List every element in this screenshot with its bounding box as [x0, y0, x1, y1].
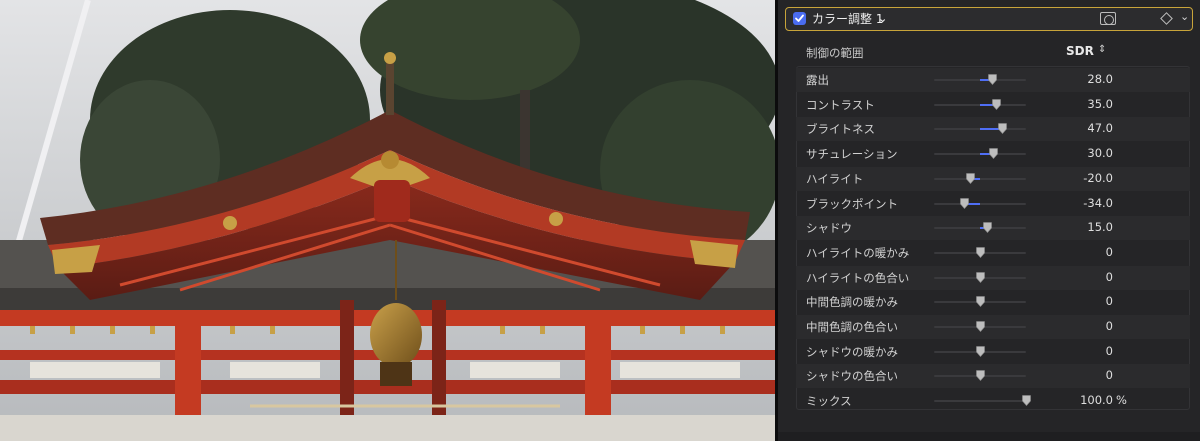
slider-knob[interactable] — [975, 370, 985, 382]
param-value[interactable]: 0 — [1058, 270, 1113, 284]
slider-knob[interactable] — [992, 98, 1001, 110]
param-value[interactable]: 0 — [1058, 319, 1113, 333]
param-slider[interactable] — [934, 296, 1026, 308]
range-row: 制御の範囲 SDR ⇕ — [796, 40, 1190, 64]
param-value[interactable]: 0 — [1058, 294, 1113, 308]
param-slider[interactable] — [934, 98, 1026, 110]
checkmark-icon — [795, 14, 804, 22]
param-row: ブライトネス 47.0 — [796, 117, 1190, 142]
keyframe-diamond-icon[interactable] — [1160, 12, 1173, 25]
param-slider[interactable] — [934, 197, 1026, 209]
slider-knob[interactable] — [966, 172, 976, 184]
param-label: ハイライト — [806, 171, 864, 186]
param-slider[interactable] — [934, 271, 1026, 283]
param-slider[interactable] — [934, 123, 1026, 135]
param-row: ブラックポイント -34.0 — [796, 192, 1190, 216]
param-label: ブライトネス — [806, 122, 875, 137]
param-label: サチュレーション — [806, 147, 898, 162]
param-value[interactable]: 100.0 — [1058, 393, 1113, 407]
param-value[interactable]: -34.0 — [1058, 196, 1113, 210]
slider-knob[interactable] — [988, 74, 998, 85]
param-slider[interactable] — [934, 172, 1026, 184]
param-slider[interactable] — [934, 345, 1026, 357]
param-row: 露出 28.0 — [796, 68, 1190, 92]
param-value[interactable]: 30.0 — [1058, 146, 1113, 160]
param-slider[interactable] — [934, 247, 1026, 258]
param-row: シャドウの暖かみ 0 — [796, 340, 1190, 364]
param-slider[interactable] — [934, 321, 1026, 332]
param-label: シャドウの色合い — [806, 369, 898, 384]
chevron-down-icon[interactable]: ⌄ — [878, 12, 887, 25]
param-row: 中間色調の色合い 0 — [796, 315, 1190, 339]
slider-knob[interactable] — [975, 321, 985, 332]
param-slider[interactable] — [934, 148, 1026, 160]
param-slider[interactable] — [934, 395, 1031, 407]
param-slider[interactable] — [934, 74, 1026, 85]
param-label: シャドウの暖かみ — [806, 344, 898, 359]
effect-title[interactable]: カラー調整 1 — [812, 10, 883, 27]
param-row: 中間色調の暖かみ 0 — [796, 290, 1190, 314]
inspector-panel: カラー調整 1 ⌄ ⌄ 制御の範囲 SDR ⇕ 露出 28.0 コントラスト 35.0… — [778, 0, 1200, 441]
param-slider[interactable] — [934, 222, 1026, 234]
param-row: シャドウの色合い 0 — [796, 364, 1190, 389]
param-row: サチュレーション 30.0 — [796, 142, 1190, 166]
slider-knob[interactable] — [975, 247, 985, 258]
chevron-updown-icon[interactable]: ⇕ — [1098, 44, 1106, 55]
param-value[interactable]: 47.0 — [1058, 121, 1113, 135]
range-select[interactable]: SDR — [1066, 44, 1094, 58]
param-row: ミックス 100.0% — [796, 389, 1190, 413]
panel-footer — [778, 432, 1200, 441]
slider-knob[interactable] — [975, 296, 985, 308]
param-row: ハイライトの色合い 0 — [796, 265, 1190, 290]
param-label: シャドウ — [806, 221, 852, 236]
param-label: コントラスト — [806, 97, 875, 112]
param-row: コントラスト 35.0 — [796, 93, 1190, 117]
param-unit: % — [1116, 393, 1127, 408]
param-value[interactable]: 0 — [1058, 245, 1113, 259]
slider-knob[interactable] — [983, 222, 992, 234]
slider-knob[interactable] — [1021, 395, 1031, 407]
param-label: 中間色調の色合い — [806, 320, 898, 334]
effect-header[interactable]: カラー調整 1 ⌄ ⌄ — [785, 7, 1193, 31]
param-value[interactable]: 0 — [1058, 344, 1113, 358]
param-value[interactable]: -20.0 — [1058, 171, 1113, 185]
param-row: ハイライト -20.0 — [796, 166, 1190, 191]
shrine-photo — [0, 0, 775, 441]
param-label: 露出 — [806, 73, 829, 87]
slider-knob[interactable] — [989, 148, 999, 160]
param-label: ミックス — [806, 394, 852, 409]
param-row: ハイライトの暖かみ 0 — [796, 241, 1190, 265]
param-label: ブラックポイント — [806, 196, 898, 211]
slider-knob[interactable] — [975, 271, 985, 283]
range-label: 制御の範囲 — [806, 46, 864, 60]
param-label: ハイライトの色合い — [806, 270, 910, 285]
param-value[interactable]: 15.0 — [1058, 220, 1113, 234]
param-slider[interactable] — [934, 370, 1026, 382]
param-label: ハイライトの暖かみ — [806, 245, 910, 260]
param-value[interactable]: 28.0 — [1058, 72, 1113, 86]
param-label: 中間色調の暖かみ — [806, 295, 898, 310]
mask-icon[interactable] — [1100, 12, 1116, 25]
chevron-down-icon[interactable]: ⌄ — [1180, 10, 1189, 23]
effect-enable-checkbox[interactable] — [793, 12, 806, 25]
slider-knob[interactable] — [975, 345, 985, 357]
slider-knob[interactable] — [997, 123, 1007, 135]
param-value[interactable]: 35.0 — [1058, 97, 1113, 111]
slider-knob[interactable] — [960, 197, 969, 209]
video-viewer[interactable] — [0, 0, 775, 441]
param-value[interactable]: 0 — [1058, 368, 1113, 382]
param-row: シャドウ 15.0 — [796, 216, 1190, 241]
